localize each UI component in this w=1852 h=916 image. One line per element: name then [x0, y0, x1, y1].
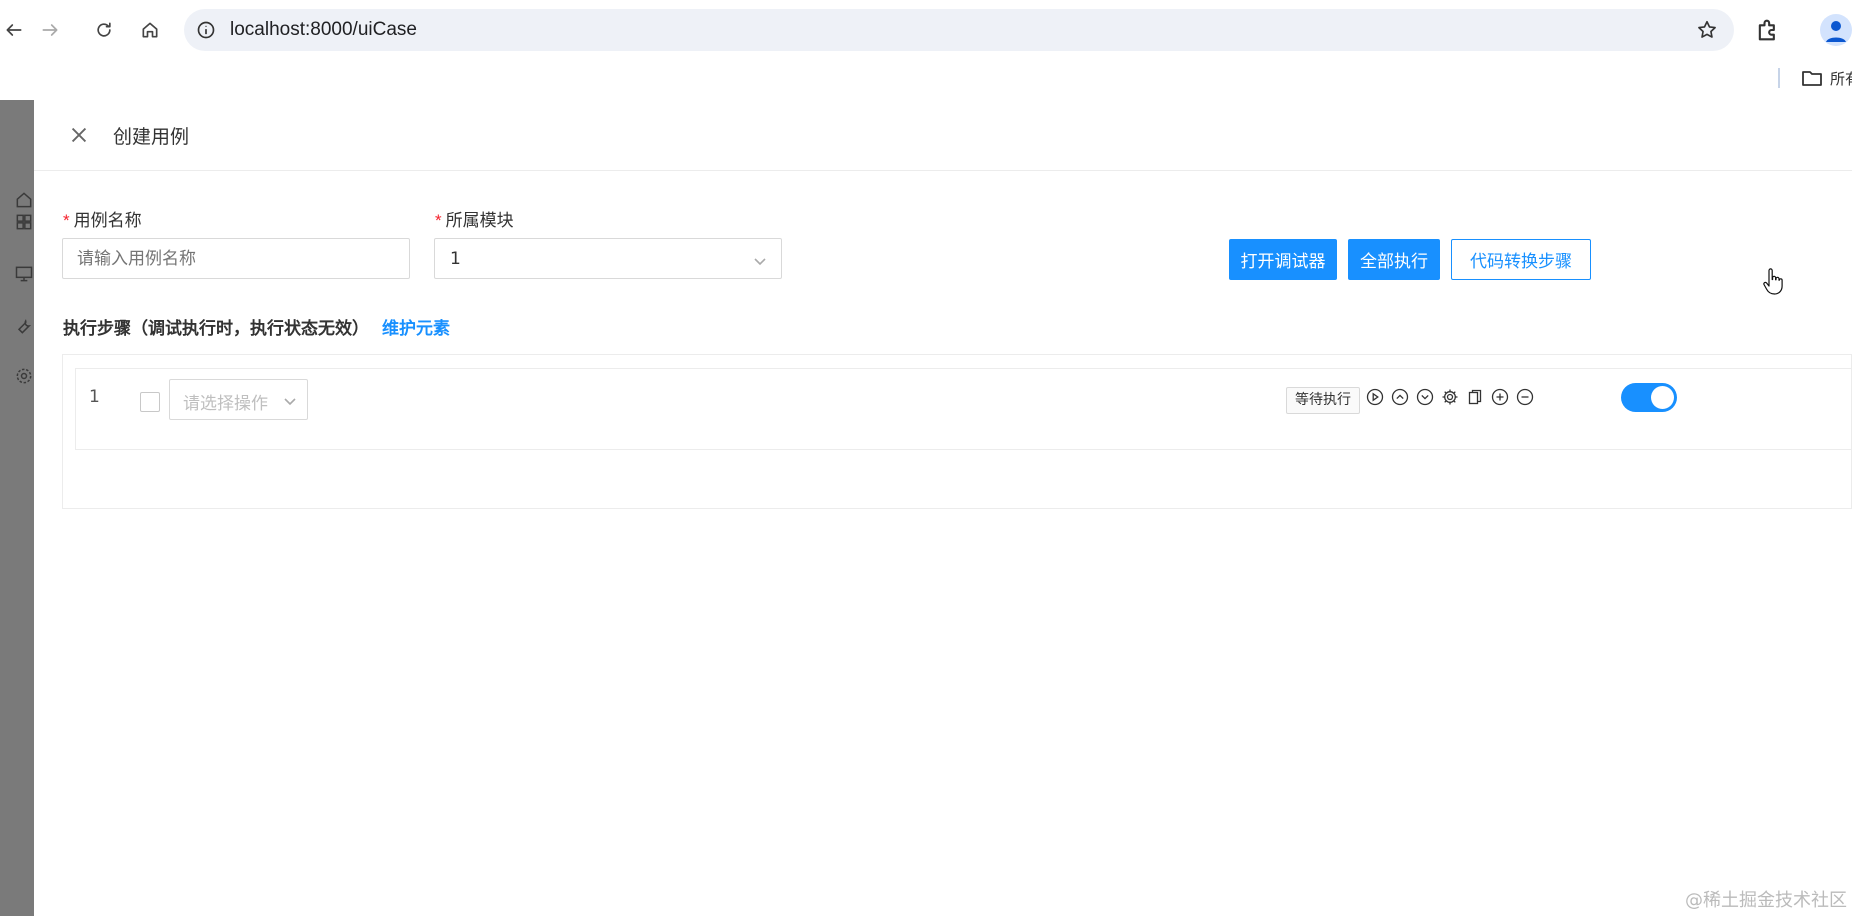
settings-nav-icon[interactable]: [14, 366, 36, 388]
drawer-header: 创建用例: [34, 100, 1852, 171]
bookmark-star-icon[interactable]: [1696, 19, 1718, 41]
hand-cursor-icon: [1763, 268, 1783, 295]
run-all-button[interactable]: 全部执行: [1348, 239, 1440, 280]
create-case-drawer: 创建用例 *用例名称 *所属模块 1 打开调试器 全部执行 代码转换步骤 执行步…: [34, 100, 1852, 916]
module-select[interactable]: 1: [434, 238, 782, 279]
watermark: @稀土掘金技术社区: [1685, 890, 1847, 911]
folder-icon[interactable]: [1800, 66, 1824, 90]
toggle-knob: [1651, 386, 1674, 409]
url-text[interactable]: localhost:8000/uiCase: [230, 19, 417, 41]
case-name-label: * 用例名称: [63, 206, 142, 231]
status-badge: 等待执行: [1286, 387, 1360, 414]
operation-select[interactable]: 请选择操作: [169, 379, 308, 420]
module-select-value: 1: [450, 249, 461, 269]
profile-avatar-icon[interactable]: [1820, 14, 1852, 46]
step-checkbox[interactable]: [140, 392, 160, 412]
case-name-label-text: 用例名称: [73, 211, 142, 231]
copy-icon[interactable]: [1466, 388, 1488, 410]
chevron-down-icon: [283, 393, 297, 407]
move-up-icon[interactable]: [1391, 388, 1413, 410]
tools-nav-icon[interactable]: [14, 316, 36, 338]
app-sidebar: [0, 100, 34, 916]
module-label-text: 所属模块: [445, 211, 514, 231]
required-mark: *: [63, 211, 70, 230]
step-enabled-toggle[interactable]: [1621, 383, 1677, 412]
operation-select-placeholder: 请选择操作: [183, 394, 268, 414]
bookmarks-separator: [1778, 68, 1780, 88]
forward-icon[interactable]: [32, 12, 68, 48]
module-label: * 所属模块: [435, 206, 514, 231]
remove-icon[interactable]: [1516, 388, 1538, 410]
step-number: 1: [89, 387, 100, 407]
steps-section-title: 执行步骤（调试执行时，执行状态无效）: [63, 319, 369, 339]
required-mark: *: [435, 211, 442, 230]
bookmarks-bar: 所有: [0, 60, 1852, 100]
home-icon[interactable]: [132, 12, 168, 48]
close-icon[interactable]: [68, 124, 94, 150]
address-bar[interactable]: localhost:8000/uiCase: [184, 9, 1734, 51]
monitor-nav-icon[interactable]: [14, 264, 36, 286]
extensions-icon[interactable]: [1754, 16, 1782, 44]
move-down-icon[interactable]: [1416, 388, 1438, 410]
play-icon[interactable]: [1366, 388, 1388, 410]
home-nav-icon[interactable]: [14, 190, 36, 212]
dashboard-nav-icon[interactable]: [14, 212, 36, 234]
chevron-down-icon: [753, 253, 767, 267]
step-row: 1 请选择操作 等待执行: [75, 368, 1852, 450]
open-debugger-button[interactable]: 打开调试器: [1229, 239, 1337, 280]
bookmark-folder-label[interactable]: 所有: [1830, 68, 1852, 89]
add-icon[interactable]: [1491, 388, 1513, 410]
case-name-input[interactable]: [62, 238, 410, 279]
drawer-title: 创建用例: [113, 126, 190, 148]
maintain-elements-link[interactable]: 维护元素: [382, 314, 450, 339]
code-to-steps-button[interactable]: 代码转换步骤: [1451, 239, 1591, 280]
reload-icon[interactable]: [86, 12, 122, 48]
back-icon[interactable]: [0, 12, 32, 48]
site-info-icon[interactable]: [196, 20, 216, 40]
steps-card: 1 请选择操作 等待执行: [62, 354, 1852, 509]
browser-toolbar: localhost:8000/uiCase: [0, 0, 1852, 60]
settings-icon[interactable]: [1441, 388, 1463, 410]
